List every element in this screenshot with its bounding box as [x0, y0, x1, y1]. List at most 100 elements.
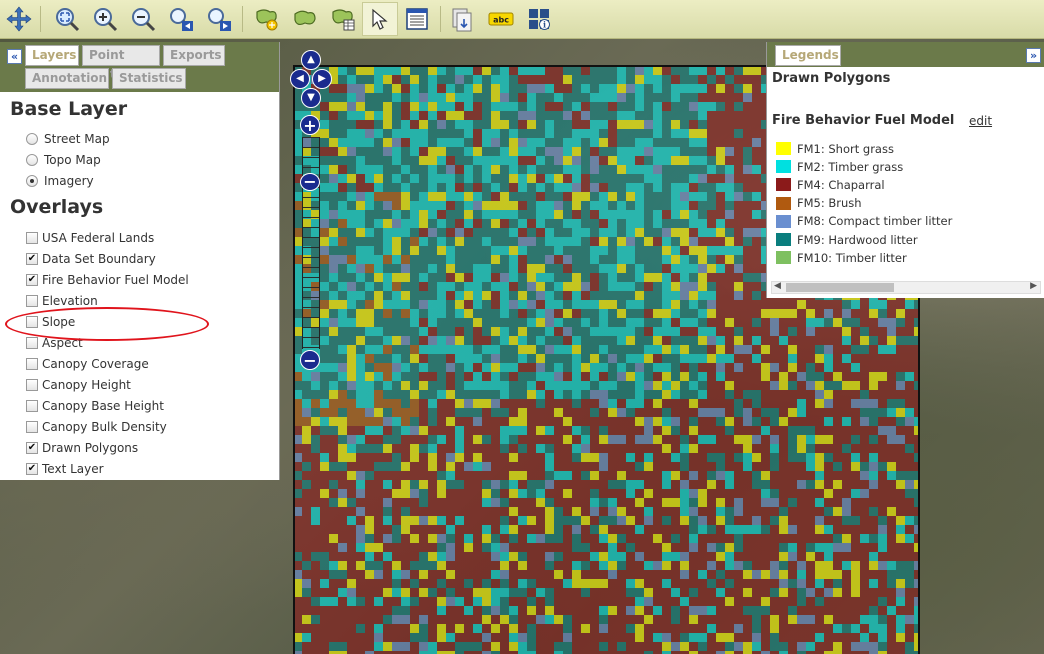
- legend-swatch: [776, 142, 791, 155]
- overlay-item[interactable]: ✔ Data Set Boundary: [26, 251, 156, 267]
- overlay-item[interactable]: ✔ Fire Behavior Fuel Model: [26, 272, 189, 288]
- export-map-icon[interactable]: [448, 4, 478, 34]
- overlay-checkbox[interactable]: ✔: [26, 463, 38, 475]
- legend-item: FM2: Timber grass: [776, 159, 903, 174]
- tab-legends[interactable]: Legends: [775, 45, 841, 66]
- layers-panel: « Layers Point Edit Exports Annotation S…: [0, 42, 280, 480]
- select-arrow-icon[interactable]: [362, 2, 398, 36]
- legend-label: FM4: Chaparral: [797, 177, 885, 192]
- polygon-table-icon[interactable]: [328, 4, 358, 34]
- zoom-in-icon[interactable]: [90, 4, 120, 34]
- pan-icon[interactable]: [4, 4, 34, 34]
- label-text-icon[interactable]: abc: [486, 4, 516, 34]
- tab-annotation[interactable]: Annotation: [25, 68, 109, 89]
- legend-label: FM2: Timber grass: [797, 159, 904, 174]
- zoom-full-extent-icon[interactable]: [52, 4, 82, 34]
- pan-down-button[interactable]: ▼: [301, 88, 321, 108]
- edit-legend-link[interactable]: edit: [969, 114, 992, 128]
- zoom-out-button[interactable]: −: [300, 350, 320, 370]
- tab-point-edit[interactable]: Point Edit: [82, 45, 160, 81]
- overlay-label: Elevation: [42, 294, 98, 308]
- overlay-checkbox[interactable]: [26, 421, 38, 433]
- overlay-item[interactable]: Canopy Bulk Density: [26, 419, 167, 435]
- tab-layers[interactable]: Layers: [25, 45, 79, 66]
- zoom-out-icon[interactable]: [128, 4, 158, 34]
- base-layer-option[interactable]: Topo Map: [26, 152, 101, 168]
- pan-right-button[interactable]: ▶: [312, 69, 332, 89]
- legend-item: FM9: Hardwood litter: [776, 232, 918, 247]
- scroll-left-icon[interactable]: ◀: [774, 281, 781, 291]
- overlay-label: Data Set Boundary: [42, 252, 156, 266]
- overlay-checkbox[interactable]: ✔: [26, 274, 38, 286]
- base-layer-label: Imagery: [44, 174, 94, 188]
- pan-up-button[interactable]: ▲: [301, 50, 321, 70]
- svg-text:i: i: [543, 20, 546, 30]
- legend-swatch: [776, 251, 791, 265]
- legend-item: FM10: Timber litter: [776, 250, 907, 265]
- legend-label: FM1: Short grass: [797, 141, 894, 156]
- tab-statistics[interactable]: Statistics: [112, 68, 186, 89]
- legend-swatch: [776, 160, 791, 174]
- svg-text:abc: abc: [493, 16, 509, 25]
- overlay-item[interactable]: USA Federal Lands: [26, 230, 154, 246]
- expand-panel-button[interactable]: »: [1026, 48, 1041, 63]
- legend-horizontal-scrollbar[interactable]: ◀ ▶: [771, 281, 1041, 294]
- overlay-label: Canopy Base Height: [42, 399, 164, 413]
- overlay-checkbox[interactable]: [26, 232, 38, 244]
- overlay-checkbox[interactable]: [26, 400, 38, 412]
- overlay-item[interactable]: ✔ Drawn Polygons: [26, 440, 138, 456]
- overlay-item[interactable]: Canopy Height: [26, 377, 131, 393]
- legend-label: FM8: Compact timber litter: [797, 214, 953, 229]
- overlay-checkbox[interactable]: ✔: [26, 442, 38, 454]
- collapse-panel-button[interactable]: «: [7, 49, 22, 64]
- overlay-checkbox[interactable]: [26, 316, 38, 328]
- zoom-slider[interactable]: + − −: [300, 115, 320, 370]
- radio-button[interactable]: [26, 154, 38, 166]
- overlay-item[interactable]: Slope: [26, 314, 75, 330]
- info-grid-icon[interactable]: i: [524, 4, 554, 34]
- identify-table-icon[interactable]: [402, 4, 432, 34]
- map-toolbar: abc i: [0, 0, 1044, 39]
- pan-left-button[interactable]: ◀: [290, 69, 310, 89]
- overlay-label: Canopy Coverage: [42, 357, 149, 371]
- radio-button[interactable]: [26, 175, 38, 187]
- overlay-checkbox[interactable]: ✔: [26, 253, 38, 265]
- overlay-label: Slope: [42, 315, 76, 329]
- base-layer-option[interactable]: Imagery: [26, 173, 94, 189]
- panel-tab-bar: « Layers Point Edit Exports Annotation S…: [0, 42, 279, 92]
- overlay-label: Text Layer: [42, 462, 104, 476]
- zoom-track[interactable]: [302, 137, 320, 349]
- overlay-checkbox[interactable]: [26, 295, 38, 307]
- zoom-in-button[interactable]: +: [300, 115, 320, 135]
- overlay-checkbox[interactable]: [26, 337, 38, 349]
- overlay-label: Drawn Polygons: [42, 441, 139, 455]
- legend-tab-bar: Legends »: [767, 42, 1044, 67]
- base-layer-label: Topo Map: [44, 153, 101, 167]
- overlay-item[interactable]: ✔ Text Layer: [26, 461, 104, 477]
- overlay-label: USA Federal Lands: [42, 231, 155, 245]
- zoom-next-icon[interactable]: [204, 4, 234, 34]
- scroll-right-icon[interactable]: ▶: [1030, 281, 1037, 291]
- fuel-model-heading: Fire Behavior Fuel Model: [772, 113, 955, 128]
- base-layer-option[interactable]: Street Map: [26, 131, 110, 147]
- overlay-checkbox[interactable]: [26, 358, 38, 370]
- overlay-item[interactable]: Canopy Base Height: [26, 398, 164, 414]
- legend-label: FM5: Brush: [797, 196, 862, 211]
- overlay-label: Canopy Bulk Density: [42, 420, 167, 434]
- overlays-title: Overlays: [10, 196, 104, 218]
- zoom-handle[interactable]: −: [300, 173, 320, 191]
- overlay-item[interactable]: Aspect: [26, 335, 83, 351]
- overlay-checkbox[interactable]: [26, 379, 38, 391]
- overlay-item[interactable]: Elevation: [26, 293, 98, 309]
- legend-swatch: [776, 214, 791, 228]
- legend-item: FM5: Brush: [776, 196, 862, 211]
- legend-panel: Legends » Drawn Polygons Fire Behavior F…: [766, 42, 1044, 298]
- radio-button[interactable]: [26, 133, 38, 145]
- draw-polygon-icon[interactable]: [252, 4, 282, 34]
- edit-polygon-icon[interactable]: [290, 4, 320, 34]
- scroll-thumb[interactable]: [786, 283, 894, 292]
- tab-exports[interactable]: Exports: [163, 45, 225, 66]
- overlay-item[interactable]: Canopy Coverage: [26, 356, 149, 372]
- overlay-label: Canopy Height: [42, 378, 131, 392]
- zoom-previous-icon[interactable]: [166, 4, 196, 34]
